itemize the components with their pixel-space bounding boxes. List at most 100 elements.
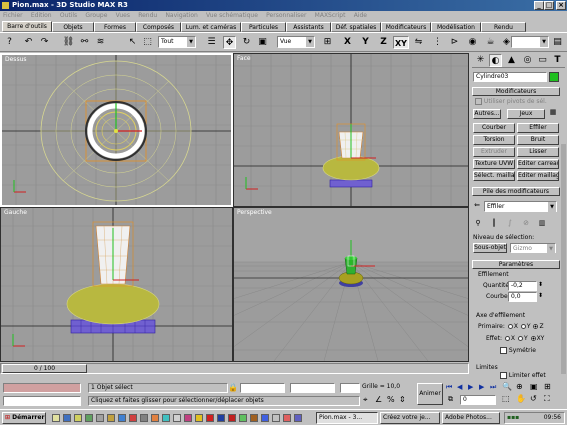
primary-x-radio[interactable] [507, 324, 513, 329]
select-rotate-icon[interactable]: ↻ [240, 36, 253, 49]
key-mode-icon[interactable]: ⧉ [448, 395, 453, 404]
tab-objets[interactable]: Objets [52, 22, 94, 32]
hierarchy-tab-icon[interactable]: ▲ [505, 54, 518, 67]
maximize-button[interactable]: □ [544, 1, 554, 10]
effect-x-radio[interactable] [504, 336, 510, 341]
sub-object-dropdown[interactable]: Gizmo ▼ [510, 243, 556, 254]
pivot-center-icon[interactable]: ⊞ [321, 36, 334, 49]
object-color-swatch[interactable] [549, 72, 559, 82]
coord-x-field[interactable] [240, 383, 285, 393]
edit-mesh-button[interactable]: Editer maillage [517, 171, 559, 181]
select-move-icon[interactable]: ✥ [223, 36, 236, 49]
animate-button[interactable]: Animer [417, 383, 443, 405]
tab-assistants[interactable]: Assistants [286, 22, 331, 32]
limit-effect-checkbox[interactable] [500, 372, 507, 379]
taper-button[interactable]: Effiler [517, 123, 559, 133]
quicklaunch-app20-icon[interactable] [294, 414, 302, 422]
curve-field[interactable]: 0,0 [508, 292, 537, 302]
symmetry-checkbox[interactable] [500, 347, 507, 354]
go-to-end-icon[interactable]: ⏭ [490, 383, 496, 392]
modifiers-header[interactable]: Modificateurs [472, 87, 560, 96]
select-scale-icon[interactable]: ▣ [256, 36, 269, 49]
mesh-select-button[interactable]: Sélect. maillage [473, 171, 515, 181]
show-end-result-icon[interactable]: ∫ [505, 218, 515, 228]
extrude-button[interactable]: Extruder [473, 147, 515, 157]
maximize-viewport-icon[interactable]: ⛶ [544, 394, 550, 404]
unlink-icon[interactable]: ⚯ [78, 36, 91, 49]
quicklaunch-app18-icon[interactable] [272, 414, 280, 422]
quicklaunch-app10-icon[interactable] [184, 414, 192, 422]
zoom-extents-icon[interactable]: ▣ [530, 382, 538, 391]
twist-button[interactable]: Torsion [473, 135, 515, 145]
task-photoshop[interactable]: Adobe Photos... [442, 412, 500, 424]
quicklaunch-app2-icon[interactable] [96, 414, 104, 422]
menu-edition[interactable]: Edition [28, 11, 55, 20]
angle-snap-icon[interactable]: ∠ [375, 395, 382, 404]
effect-xy-radio[interactable] [530, 336, 536, 341]
quicklaunch-app16-icon[interactable] [250, 414, 258, 422]
amount-field[interactable]: -0,2 [508, 281, 537, 291]
utilities-tab-icon[interactable]: T [551, 54, 564, 67]
pin-stack-icon[interactable]: ⚲ [473, 218, 483, 228]
others-button[interactable]: Autres... [473, 109, 501, 119]
bind-space-warp-icon[interactable]: ≋ [94, 36, 107, 49]
coord-z-field[interactable] [340, 383, 360, 393]
tab-formes[interactable]: Formes [94, 22, 136, 32]
array-icon[interactable]: ⋮ [431, 36, 444, 49]
time-slider-track[interactable]: 0 / 100 [0, 363, 469, 374]
viewport-left[interactable]: Gauche [0, 207, 233, 362]
quicklaunch-app19-icon[interactable] [283, 414, 291, 422]
use-pivot-checkbox-label[interactable]: Utiliser pivots de sél. [475, 98, 547, 105]
quicklaunch-app5-icon[interactable] [129, 414, 137, 422]
pan-icon[interactable]: ✋ [516, 394, 526, 403]
restrict-x-button[interactable]: X [341, 36, 354, 49]
quicklaunch-explorer-icon[interactable] [52, 414, 60, 422]
task-3dsmax[interactable]: Pion.max - 3... [316, 412, 378, 424]
remove-modifier-icon[interactable]: ▥ [537, 218, 547, 228]
render-type-icon[interactable]: ▤ [551, 36, 564, 49]
menu-aide[interactable]: Aide [351, 11, 370, 20]
start-button[interactable]: ⊞ Démarrer [2, 412, 46, 424]
time-slider-thumb[interactable]: 0 / 100 [2, 364, 87, 373]
quicklaunch-app6-icon[interactable] [140, 414, 148, 422]
stack-pin-icon[interactable]: ⇐ [472, 200, 482, 210]
modify-tab-icon[interactable]: ◐ [489, 54, 502, 67]
menu-outils[interactable]: Outils [57, 11, 80, 20]
quicklaunch-app17-icon[interactable] [261, 414, 269, 422]
zoom-all-icon[interactable]: ⊕ [516, 382, 523, 391]
undo-icon[interactable]: ↶ [22, 36, 35, 49]
menu-personnaliser[interactable]: Personnaliser [263, 11, 309, 20]
go-to-start-icon[interactable]: ⏮ [446, 383, 452, 392]
tab-composes[interactable]: Composés [136, 22, 181, 32]
menu-vues[interactable]: Vues [113, 11, 133, 20]
make-unique-icon[interactable]: ⊘ [521, 218, 531, 228]
play-icon[interactable]: ▶ [468, 383, 473, 391]
quicklaunch-app9-icon[interactable] [173, 414, 181, 422]
bend-button[interactable]: Courber [473, 123, 515, 133]
menu-navigation[interactable]: Navigation [162, 11, 200, 20]
primary-z-radio[interactable] [533, 324, 539, 329]
select-region-icon[interactable]: ⬚ [141, 36, 154, 49]
spinner-snap-icon[interactable]: ⇕ [399, 395, 406, 404]
smooth-button[interactable]: Lisser [517, 147, 559, 157]
menu-rendu[interactable]: Rendu [135, 11, 160, 20]
effect-y-radio[interactable] [517, 336, 523, 341]
menu-maxscript[interactable]: MAXScript [312, 11, 349, 20]
next-frame-icon[interactable]: ▶ [479, 383, 484, 391]
material-editor-icon[interactable]: ◉ [466, 36, 479, 49]
ref-coord-dropdown[interactable]: Vue ▼ [277, 36, 315, 48]
restrict-y-button[interactable]: Y [359, 36, 372, 49]
active-inactive-icon[interactable]: ║ [489, 218, 499, 228]
modifier-stack-dropdown[interactable]: Effiler ▼ [484, 201, 557, 212]
coord-y-field[interactable] [290, 383, 335, 393]
menu-groupe[interactable]: Groupe [82, 11, 110, 20]
maxscript-input[interactable] [3, 396, 81, 406]
select-object-icon[interactable]: ↖ [126, 36, 139, 49]
primary-y-radio[interactable] [520, 324, 526, 329]
viewport-perspective[interactable]: Perspective [233, 207, 469, 362]
tab-modelisation[interactable]: Modélisation [431, 22, 481, 32]
quicklaunch-app14-icon[interactable] [228, 414, 236, 422]
edit-patch-button[interactable]: Editer carreau [517, 159, 559, 169]
minimize-button[interactable]: _ [534, 1, 544, 10]
quicklaunch-app1-icon[interactable] [85, 414, 93, 422]
